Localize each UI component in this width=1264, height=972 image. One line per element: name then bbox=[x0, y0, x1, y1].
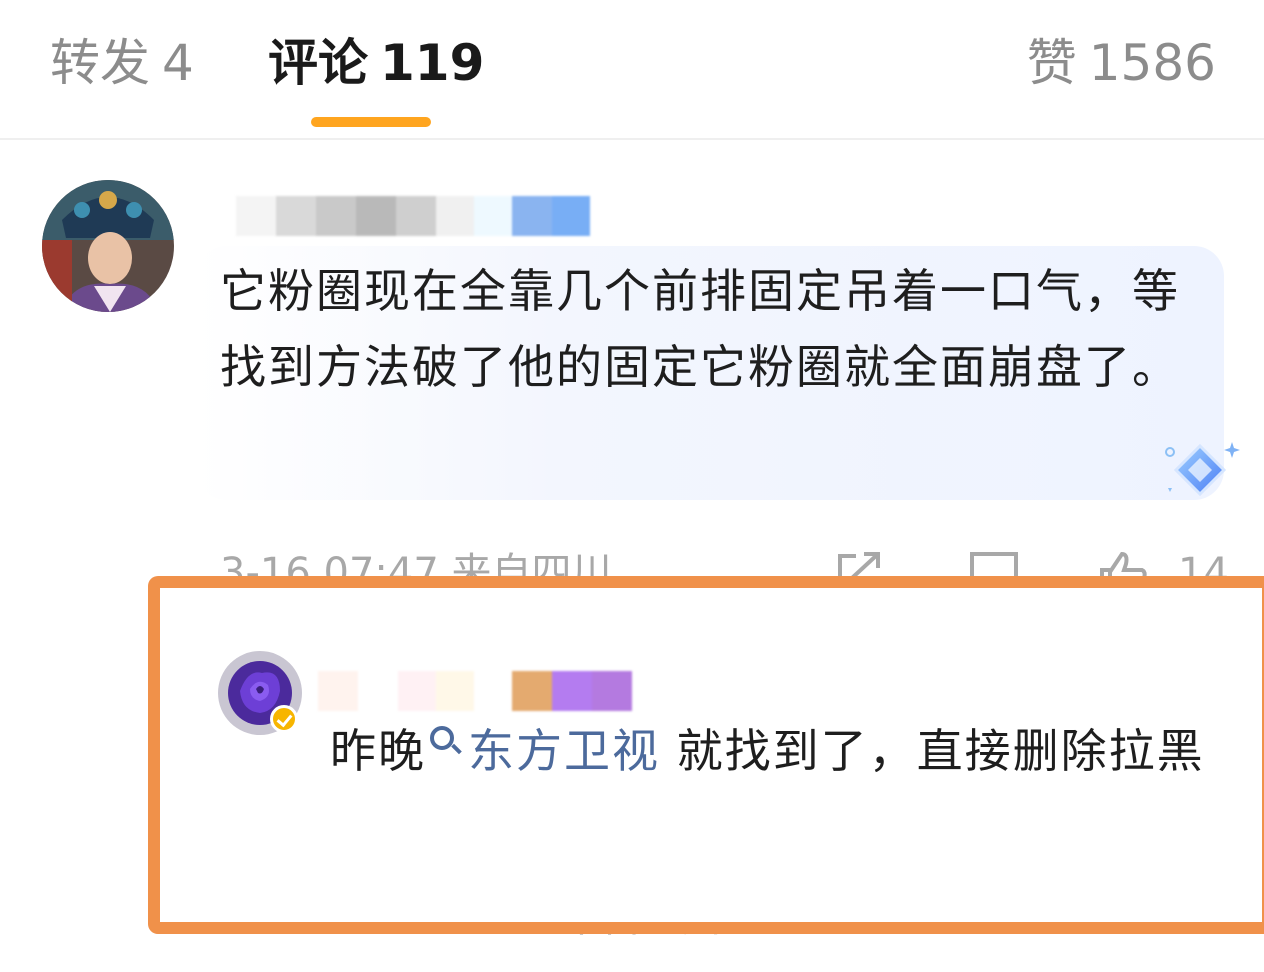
active-tab-indicator bbox=[311, 117, 431, 127]
tab-repost-label: 转发 bbox=[50, 34, 150, 92]
tab-comments-count: 119 bbox=[380, 34, 485, 92]
comment-text: 它粉圈现在全靠几个前排固定吊着一口气，等找到方法破了他的固定它粉圈就全面崩盘了。 bbox=[220, 264, 1180, 394]
reply-text-after: 就找到了，直接删除拉黑 bbox=[660, 724, 1205, 778]
tab-likes-count: 1586 bbox=[1088, 34, 1216, 92]
commenter-avatar[interactable] bbox=[42, 180, 174, 312]
tab-likes[interactable]: 赞 1586 bbox=[1027, 30, 1216, 96]
tab-likes-label: 赞 bbox=[1026, 34, 1077, 92]
tab-comments[interactable]: 评论 119 bbox=[268, 30, 484, 96]
ai-diamond-icon[interactable] bbox=[1160, 440, 1250, 506]
verified-badge-icon bbox=[270, 705, 298, 733]
reply-text-before: 昨晚 bbox=[330, 724, 426, 778]
tab-comments-label: 评论 bbox=[268, 34, 368, 92]
reply-text: 昨晚 东方卫视 就找到了，直接删除拉黑 bbox=[330, 713, 1210, 789]
search-icon bbox=[426, 713, 464, 759]
comment-tabs: 转发 4 评论 119 赞 1586 bbox=[0, 0, 1264, 140]
topic-link[interactable]: 东方卫视 bbox=[426, 724, 660, 778]
commenter-name-blurred[interactable] bbox=[236, 196, 590, 236]
replier-name-blurred[interactable] bbox=[318, 671, 632, 711]
tab-repost[interactable]: 转发 4 bbox=[50, 30, 194, 96]
tab-repost-count: 4 bbox=[162, 34, 194, 92]
topic-link-label: 东方卫视 bbox=[468, 724, 660, 778]
